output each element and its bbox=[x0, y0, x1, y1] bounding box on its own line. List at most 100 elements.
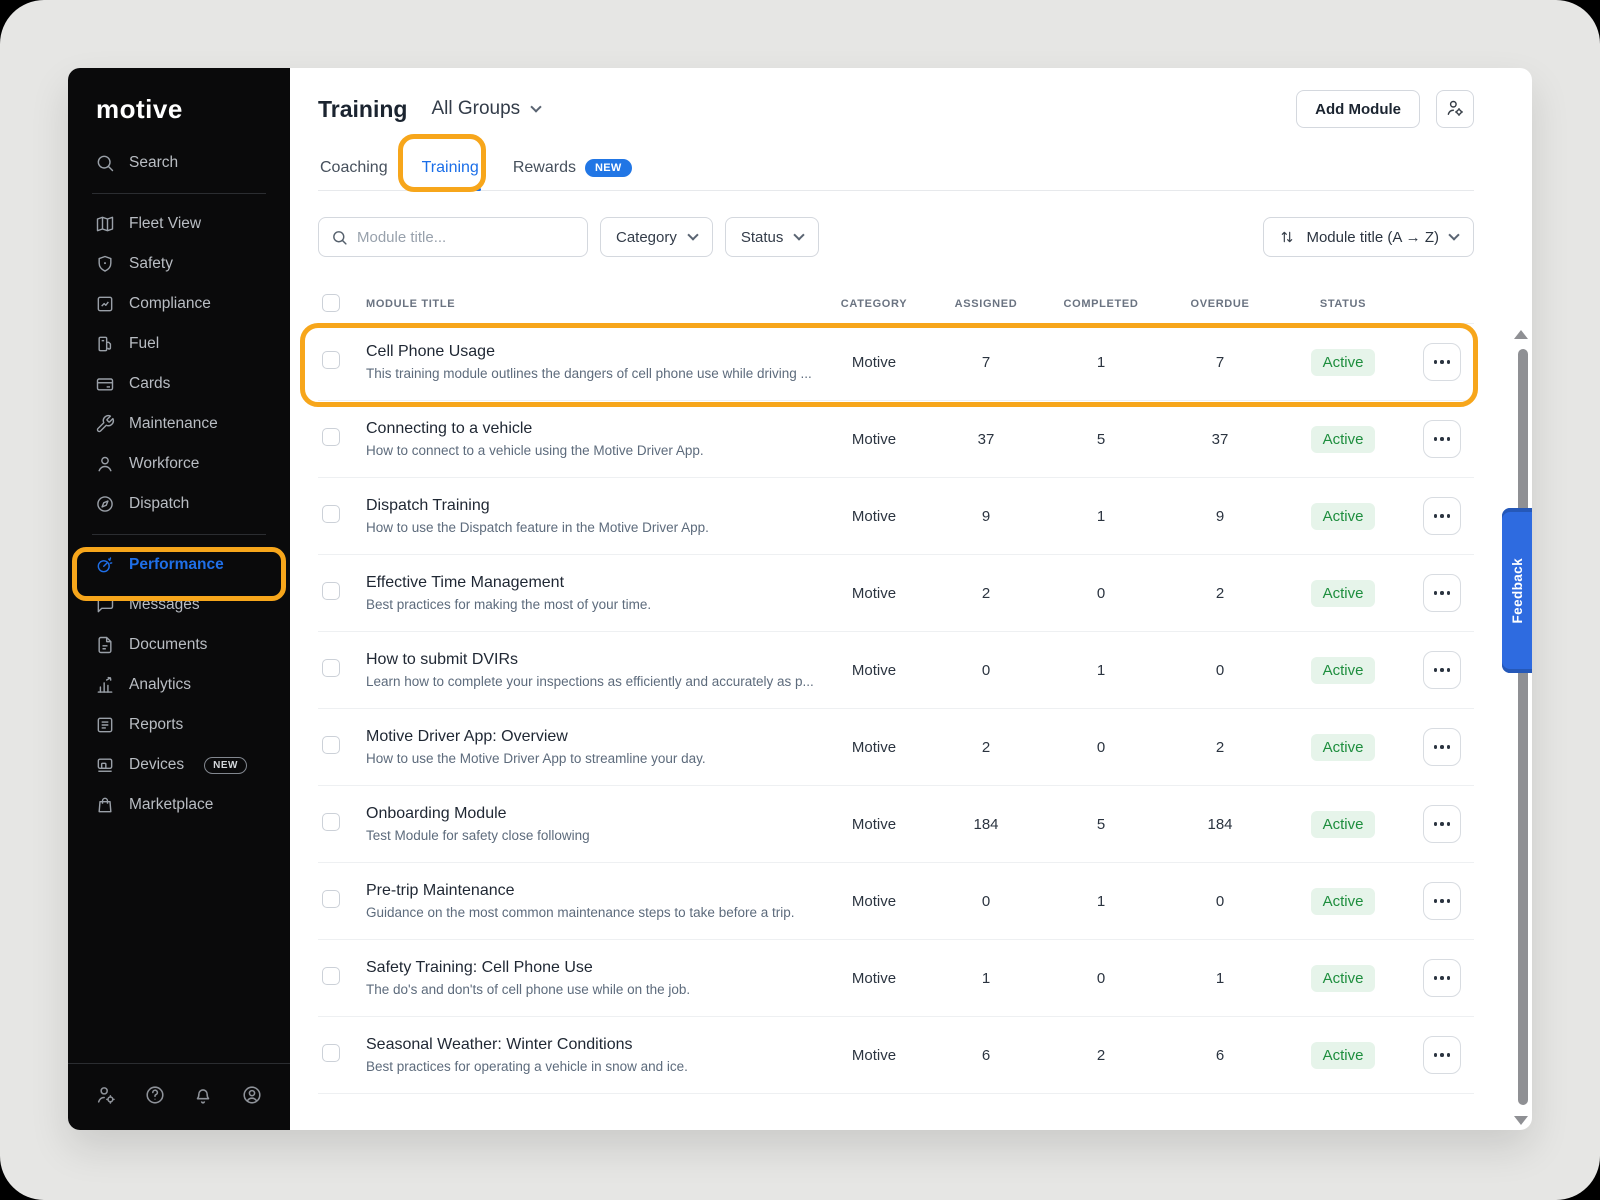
scrollbar-up-arrow[interactable] bbox=[1514, 330, 1528, 339]
module-title: Cell Phone Usage bbox=[366, 343, 814, 361]
table-row[interactable]: Safety Training: Cell Phone Use The do's… bbox=[318, 939, 1474, 1016]
sidebar-item-marketplace[interactable]: Marketplace bbox=[68, 785, 290, 825]
table-row[interactable]: Dispatch Training How to use the Dispatc… bbox=[318, 477, 1474, 554]
group-selector[interactable]: All Groups bbox=[431, 98, 540, 120]
assigned-cell: 7 bbox=[934, 354, 1038, 371]
category-filter[interactable]: Category bbox=[600, 217, 713, 257]
row-checkbox[interactable] bbox=[322, 428, 340, 446]
sidebar-item-label: Fuel bbox=[129, 335, 159, 353]
row-actions-button[interactable] bbox=[1423, 728, 1461, 766]
sidebar-item-dispatch[interactable]: Dispatch bbox=[68, 484, 290, 524]
status-filter[interactable]: Status bbox=[725, 217, 820, 257]
column-header-completed: COMPLETED bbox=[1038, 298, 1164, 310]
chevron-down-icon bbox=[794, 229, 805, 240]
sidebar-item-reports[interactable]: Reports bbox=[68, 705, 290, 745]
overdue-cell: 37 bbox=[1164, 431, 1276, 448]
fuel-pump-icon bbox=[95, 334, 115, 354]
overdue-cell: 184 bbox=[1164, 816, 1276, 833]
sidebar-item-maintenance[interactable]: Maintenance bbox=[68, 404, 290, 444]
tab-rewards[interactable]: Rewards NEW bbox=[511, 148, 634, 190]
sidebar-item-workforce[interactable]: Workforce bbox=[68, 444, 290, 484]
row-actions-button[interactable] bbox=[1423, 882, 1461, 920]
row-checkbox[interactable] bbox=[322, 890, 340, 908]
table-row[interactable]: Seasonal Weather: Winter Conditions Best… bbox=[318, 1016, 1474, 1093]
sidebar-item-label: Compliance bbox=[129, 295, 211, 313]
status-filter-label: Status bbox=[741, 229, 784, 246]
sidebar-item-label: Search bbox=[129, 154, 178, 172]
feedback-tab[interactable]: Feedback bbox=[1502, 508, 1532, 673]
table-row[interactable]: Connecting to a vehicle How to connect t… bbox=[318, 400, 1474, 477]
sidebar-item-search[interactable]: Search bbox=[68, 143, 290, 183]
row-checkbox[interactable] bbox=[322, 351, 340, 369]
category-cell: Motive bbox=[814, 431, 934, 448]
app-window: motive Search Fleet View Safety Complia bbox=[68, 68, 1532, 1130]
row-actions-button[interactable] bbox=[1423, 959, 1461, 997]
tab-coaching[interactable]: Coaching bbox=[318, 148, 390, 190]
sidebar-item-compliance[interactable]: Compliance bbox=[68, 284, 290, 324]
admin-user-gear-icon[interactable] bbox=[95, 1084, 117, 1106]
module-title-search[interactable] bbox=[318, 217, 588, 257]
sidebar-item-cards[interactable]: Cards bbox=[68, 364, 290, 404]
row-checkbox[interactable] bbox=[322, 736, 340, 754]
row-actions-button[interactable] bbox=[1423, 805, 1461, 843]
chevron-down-icon bbox=[1448, 229, 1459, 240]
scrollbar-down-arrow[interactable] bbox=[1514, 1116, 1528, 1125]
row-actions-button[interactable] bbox=[1423, 343, 1461, 381]
sidebar-item-documents[interactable]: Documents bbox=[68, 625, 290, 665]
assigned-cell: 6 bbox=[934, 1047, 1038, 1064]
row-actions-button[interactable] bbox=[1423, 1036, 1461, 1074]
document-icon bbox=[95, 635, 115, 655]
row-actions-button[interactable] bbox=[1423, 651, 1461, 689]
row-actions-button[interactable] bbox=[1423, 420, 1461, 458]
sidebar-item-fuel[interactable]: Fuel bbox=[68, 324, 290, 364]
row-actions-button[interactable] bbox=[1423, 497, 1461, 535]
sort-selector[interactable]: Module title (A → Z) bbox=[1263, 217, 1474, 257]
sidebar-item-analytics[interactable]: Analytics bbox=[68, 665, 290, 705]
table-row[interactable]: Motive Driver App: Overview How to use t… bbox=[318, 708, 1474, 785]
row-actions-button[interactable] bbox=[1423, 574, 1461, 612]
completed-cell: 1 bbox=[1038, 662, 1164, 679]
sidebar-item-devices[interactable]: Devices NEW bbox=[68, 745, 290, 785]
table-row[interactable]: Effective Time Management Best practices… bbox=[318, 554, 1474, 631]
account-avatar-icon[interactable] bbox=[241, 1084, 263, 1106]
status-badge: Active bbox=[1311, 426, 1376, 453]
table-row[interactable]: Onboarding Module Test Module for safety… bbox=[318, 785, 1474, 862]
chevron-down-icon bbox=[530, 101, 541, 112]
compass-icon bbox=[95, 494, 115, 514]
overdue-cell: 1 bbox=[1164, 970, 1276, 987]
tab-training[interactable]: Training bbox=[420, 148, 481, 190]
help-icon[interactable] bbox=[144, 1084, 166, 1106]
sidebar-item-label: Dispatch bbox=[129, 495, 189, 513]
sidebar-item-label: Messages bbox=[129, 596, 200, 614]
row-checkbox[interactable] bbox=[322, 505, 340, 523]
notifications-bell-icon[interactable] bbox=[192, 1084, 214, 1106]
sidebar-item-fleet-view[interactable]: Fleet View bbox=[68, 204, 290, 244]
sidebar-item-label: Maintenance bbox=[129, 415, 218, 433]
row-checkbox[interactable] bbox=[322, 813, 340, 831]
table-row[interactable]: Pre-trip Maintenance Guidance on the mos… bbox=[318, 862, 1474, 939]
module-title: Pre-trip Maintenance bbox=[366, 882, 814, 900]
row-checkbox[interactable] bbox=[322, 967, 340, 985]
assign-settings-button[interactable] bbox=[1436, 90, 1474, 128]
select-all-checkbox[interactable] bbox=[322, 294, 340, 312]
completed-cell: 2 bbox=[1038, 1047, 1164, 1064]
status-badge: Active bbox=[1311, 734, 1376, 761]
modules-table: MODULE TITLE CATEGORY ASSIGNED COMPLETED… bbox=[318, 290, 1474, 1094]
sidebar-item-safety[interactable]: Safety bbox=[68, 244, 290, 284]
feedback-label: Feedback bbox=[1510, 558, 1525, 623]
row-checkbox[interactable] bbox=[322, 1044, 340, 1062]
add-module-button[interactable]: Add Module bbox=[1296, 90, 1420, 128]
scrollbar-thumb[interactable] bbox=[1518, 349, 1528, 1105]
search-input[interactable] bbox=[357, 229, 575, 246]
sidebar-item-performance[interactable]: Performance bbox=[68, 545, 290, 585]
sidebar-item-messages[interactable]: Messages bbox=[68, 585, 290, 625]
row-checkbox[interactable] bbox=[322, 582, 340, 600]
row-checkbox[interactable] bbox=[322, 659, 340, 677]
table-row[interactable]: How to submit DVIRs Learn how to complet… bbox=[318, 631, 1474, 708]
category-cell: Motive bbox=[814, 816, 934, 833]
tab-bar: Coaching Training Rewards NEW bbox=[318, 148, 1474, 191]
table-row[interactable]: Cell Phone Usage This training module ou… bbox=[318, 323, 1474, 400]
tab-label: Training bbox=[422, 159, 479, 177]
module-title: Onboarding Module bbox=[366, 805, 814, 823]
module-description: Guidance on the most common maintenance … bbox=[366, 905, 814, 920]
